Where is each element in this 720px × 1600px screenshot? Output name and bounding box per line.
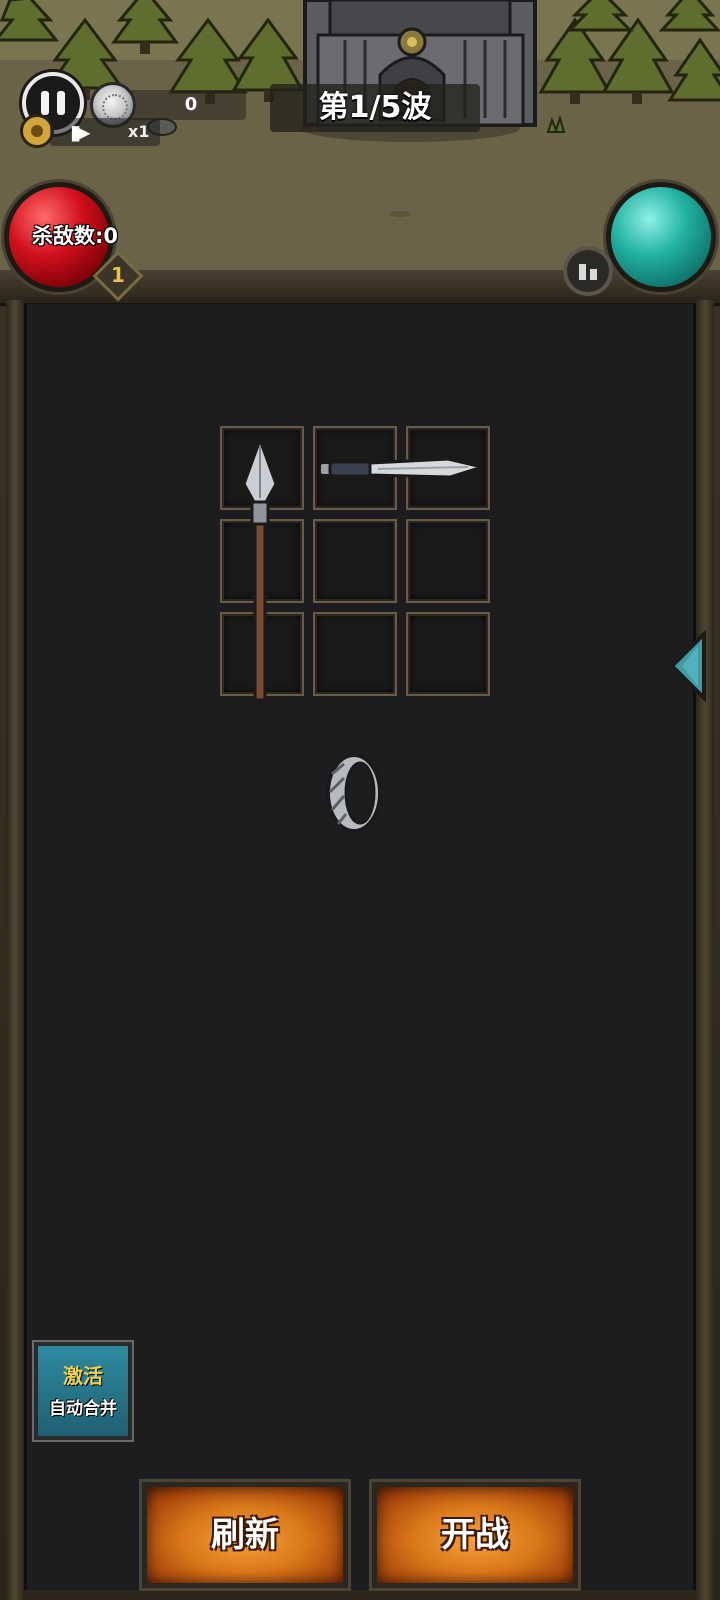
game-speed-control[interactable]: ▮▶ x1	[20, 112, 160, 148]
bar-chart-icon-bar	[590, 269, 597, 280]
game-screen: 0 ▮▶ x1 第1/5波 杀敌数:0 1 激活 自动合并 刷新 开战	[0, 0, 720, 1600]
frame-right-rail	[696, 300, 714, 1600]
bar-chart-icon	[579, 264, 586, 280]
side-panel-arrow-icon[interactable]	[668, 630, 708, 702]
refresh-label: 刷新	[211, 1515, 279, 1555]
knife-item[interactable]	[318, 455, 488, 485]
ring-item[interactable]	[324, 752, 384, 834]
wave-indicator: 第1/5波	[318, 90, 432, 125]
coin-count: 0	[184, 94, 198, 115]
level-value: 1	[111, 263, 125, 287]
auto-merge-label: 自动合并	[49, 1399, 117, 1419]
kill-count: 杀敌数:0	[32, 224, 119, 248]
start-battle-label: 开战	[441, 1515, 509, 1555]
auto-merge-activate-label: 激活	[63, 1364, 103, 1388]
mana-orb	[606, 182, 716, 292]
refresh-button[interactable]: 刷新	[142, 1482, 348, 1588]
grid-cell[interactable]	[406, 519, 490, 603]
grid-cell[interactable]	[313, 612, 397, 696]
start-battle-button[interactable]: 开战	[372, 1482, 578, 1588]
spear-item[interactable]	[240, 438, 280, 704]
grid-cell[interactable]	[313, 519, 397, 603]
speed-multiplier: x1	[128, 122, 150, 141]
speed-badge-icon	[20, 114, 54, 148]
fast-forward-icon: ▮▶	[70, 120, 91, 144]
stats-button[interactable]	[563, 246, 613, 296]
grid-cell[interactable]	[406, 612, 490, 696]
frame-left-rail	[6, 300, 24, 1600]
auto-merge-button[interactable]: 激活 自动合并	[34, 1342, 132, 1440]
